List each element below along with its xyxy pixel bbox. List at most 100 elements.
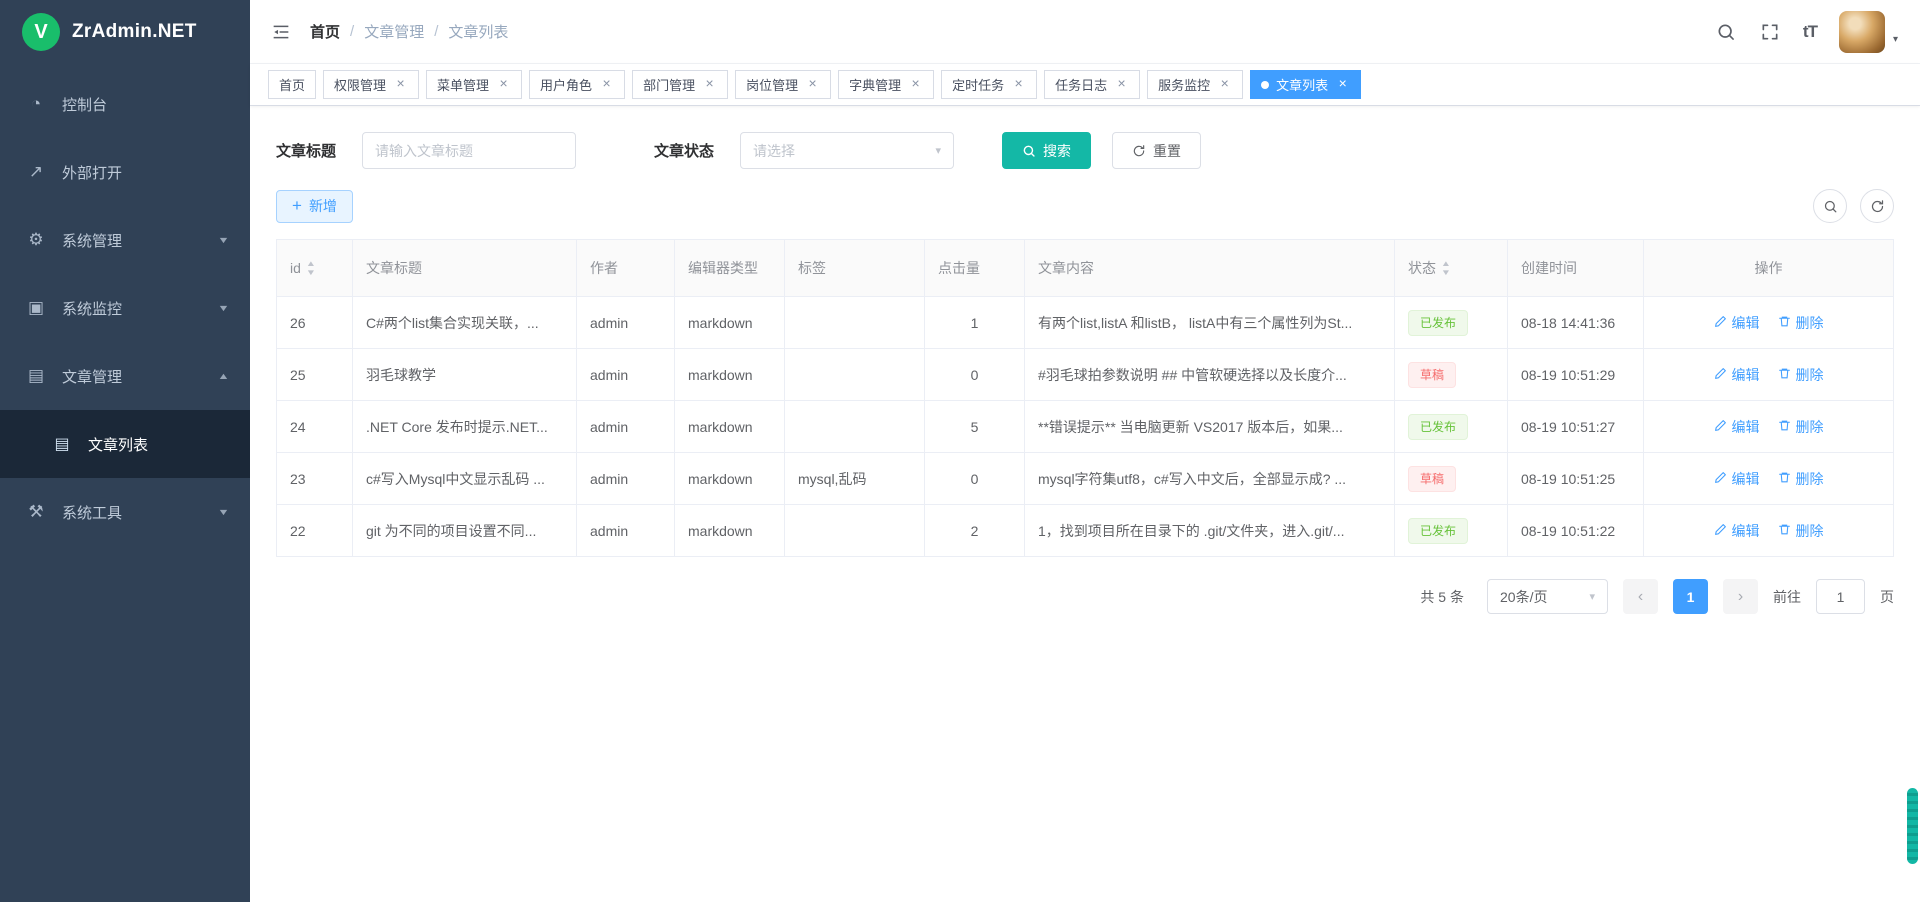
cell-content: **错误提示** 当电脑更新 VS2017 版本后，如果...: [1025, 401, 1395, 453]
table-row: 23c#写入Mysql中文显示乱码 ...adminmarkdownmysql,…: [277, 453, 1894, 505]
scrollbar-thumb[interactable]: [1907, 788, 1918, 864]
column-header-status[interactable]: 状态▲▼: [1395, 240, 1508, 297]
sidebar-item-external-open[interactable]: ↗外部打开: [0, 138, 250, 206]
tab-user-role[interactable]: 用户角色×: [529, 70, 625, 99]
tags-bar: 首页权限管理×菜单管理×用户角色×部门管理×岗位管理×字典管理×定时任务×任务日…: [250, 64, 1920, 106]
prev-page-button[interactable]: ‹: [1623, 579, 1658, 614]
edit-icon: [1714, 367, 1727, 383]
title-filter-input[interactable]: [362, 132, 576, 169]
close-icon[interactable]: ×: [599, 77, 614, 92]
refresh-table-button[interactable]: [1860, 189, 1894, 223]
sidebar-collapse-icon[interactable]: [268, 19, 294, 45]
cell-created: 08-19 10:51:27: [1508, 401, 1644, 453]
tab-menu-admin[interactable]: 菜单管理 ×: [426, 70, 522, 99]
delete-button[interactable]: 删除: [1778, 469, 1824, 489]
tab-home[interactable]: 首页: [268, 70, 316, 99]
articles-table: id▲▼文章标题作者编辑器类型标签点击量文章内容状态▲▼创建时间操作 26C#两…: [276, 239, 1894, 557]
breadcrumb-item[interactable]: 文章管理: [364, 21, 424, 42]
sidebar-item-label: 系统监控: [62, 298, 122, 319]
header-actions: tT ▾: [1715, 11, 1898, 53]
sidebar-item-system-monitor[interactable]: ▣系统监控▼: [0, 274, 250, 342]
delete-button[interactable]: 删除: [1778, 417, 1824, 437]
close-icon[interactable]: ×: [1217, 77, 1232, 92]
tab-dept-admin[interactable]: 部门管理 ×: [632, 70, 728, 99]
cell-status: 草稿: [1395, 349, 1508, 401]
delete-button[interactable]: 删除: [1778, 313, 1824, 333]
edit-button[interactable]: 编辑: [1714, 365, 1760, 385]
cell-author: admin: [577, 349, 675, 401]
sidebar-item-article-list[interactable]: ▤文章列表: [0, 410, 250, 478]
caret-down-icon[interactable]: ▾: [1893, 34, 1898, 45]
close-icon[interactable]: ×: [1335, 77, 1350, 92]
column-label: 操作: [1755, 258, 1783, 278]
edit-button[interactable]: 编辑: [1714, 313, 1760, 333]
trash-icon: [1778, 419, 1791, 435]
close-icon[interactable]: ×: [908, 77, 923, 92]
tab-post-admin[interactable]: 岗位管理×: [735, 70, 831, 99]
tab-label: 文章列表: [1276, 75, 1328, 94]
font-size-icon[interactable]: tT: [1803, 21, 1817, 43]
cell-created: 08-18 14:41:36: [1508, 297, 1644, 349]
close-icon[interactable]: ×: [702, 77, 717, 92]
sidebar-item-system-tools[interactable]: ⚒系统工具▼: [0, 478, 250, 546]
edit-icon: [1714, 419, 1727, 435]
top-bar: 首页/文章管理/文章列表 tT ▾: [250, 0, 1920, 64]
column-header-title: 文章标题: [353, 240, 577, 297]
cell-title: .NET Core 发布时提示.NET...: [353, 401, 577, 453]
tab-service-monitor[interactable]: 服务监控×: [1147, 70, 1243, 99]
tab-article-list[interactable]: 文章列表 ×: [1250, 70, 1361, 99]
tab-label: 字典管理: [849, 75, 901, 94]
sidebar-item-system-admin[interactable]: ⚙系统管理▼: [0, 206, 250, 274]
fullscreen-icon[interactable]: [1759, 21, 1781, 43]
cell-clicks: 1: [925, 297, 1025, 349]
close-icon[interactable]: ×: [805, 77, 820, 92]
edit-button[interactable]: 编辑: [1714, 521, 1760, 541]
goto-page-input[interactable]: [1816, 579, 1865, 614]
column-header-created: 创建时间: [1508, 240, 1644, 297]
app-title: ZrAdmin.NET: [72, 21, 197, 43]
tab-label: 菜单管理: [437, 75, 489, 94]
tab-cron-job[interactable]: 定时任务×: [941, 70, 1037, 99]
tab-dict-admin[interactable]: 字典管理 ×: [838, 70, 934, 99]
toggle-search-button[interactable]: [1813, 189, 1847, 223]
sidebar-item-article-admin[interactable]: ▤文章管理▲: [0, 342, 250, 410]
close-icon[interactable]: ×: [1011, 77, 1026, 92]
sidebar-item-dashboard[interactable]: ◔控制台: [0, 70, 250, 138]
tab-perm-admin[interactable]: 权限管理×: [323, 70, 419, 99]
chevron-up-icon: ▲: [217, 371, 229, 381]
chevron-down-icon: ▼: [217, 303, 229, 313]
close-icon[interactable]: ×: [496, 77, 511, 92]
close-icon[interactable]: ×: [393, 77, 408, 92]
breadcrumb-item[interactable]: 首页: [310, 21, 340, 42]
sort-icon[interactable]: ▲▼: [1442, 260, 1450, 277]
tab-label: 部门管理: [643, 75, 695, 94]
breadcrumb-item[interactable]: 文章列表: [448, 21, 508, 42]
goto-label: 前往: [1773, 587, 1801, 607]
sort-icon[interactable]: ▲▼: [307, 260, 315, 277]
total-count: 共 5 条: [1420, 587, 1464, 607]
next-page-button[interactable]: ›: [1723, 579, 1758, 614]
app-logo[interactable]: V ZrAdmin.NET: [0, 0, 250, 64]
delete-button[interactable]: 删除: [1778, 365, 1824, 385]
add-button[interactable]: + 新增: [276, 190, 353, 223]
close-icon[interactable]: ×: [1114, 77, 1129, 92]
title-filter: 文章标题: [276, 132, 576, 169]
column-header-id[interactable]: id▲▼: [277, 240, 353, 297]
chevron-down-icon: ▼: [217, 507, 229, 517]
status-filter-select[interactable]: 请选择 ▾: [740, 132, 954, 169]
cell-tags: mysql,乱码: [785, 453, 925, 505]
page-1-button[interactable]: 1: [1673, 579, 1708, 614]
avatar[interactable]: [1839, 11, 1885, 53]
chevron-down-icon: ▾: [1589, 590, 1595, 603]
edit-button[interactable]: 编辑: [1714, 417, 1760, 437]
search-button[interactable]: 搜索: [1002, 132, 1091, 169]
cell-author: admin: [577, 453, 675, 505]
page-size-select[interactable]: 20条/页 ▾: [1487, 579, 1608, 614]
tab-job-log[interactable]: 任务日志×: [1044, 70, 1140, 99]
cell-editor-type: markdown: [675, 297, 785, 349]
search-icon[interactable]: [1715, 21, 1737, 43]
delete-button[interactable]: 删除: [1778, 521, 1824, 541]
reset-button[interactable]: 重置: [1112, 132, 1201, 169]
edit-button[interactable]: 编辑: [1714, 469, 1760, 489]
cell-tags: [785, 349, 925, 401]
